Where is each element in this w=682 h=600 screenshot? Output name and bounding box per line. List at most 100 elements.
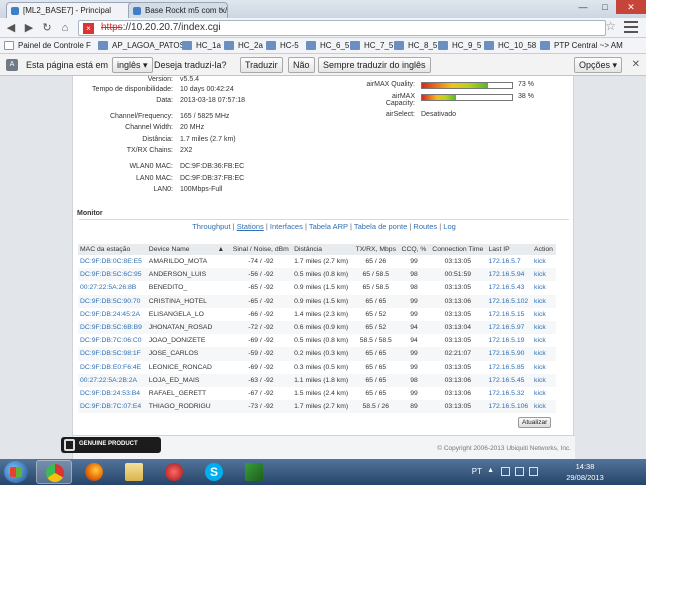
col-mac[interactable]: MAC da estação bbox=[78, 244, 147, 255]
network-tool-taskbar-button[interactable] bbox=[236, 460, 272, 484]
tab-principal[interactable]: [ML2_BASE7] - Principal × bbox=[6, 2, 138, 18]
minimize-button[interactable]: — bbox=[572, 0, 594, 14]
language-indicator[interactable]: PT bbox=[472, 467, 482, 476]
monitor-link-tabela-de-ponte[interactable]: Tabela de ponte bbox=[354, 222, 407, 231]
station-mac[interactable]: DC:9F:DB:E0:F6:4E bbox=[78, 361, 147, 374]
kick-link[interactable]: kick bbox=[532, 268, 556, 282]
station-last-ip[interactable]: 172.16.5.94 bbox=[486, 268, 533, 282]
station-last-ip[interactable]: 172.16.5.85 bbox=[486, 361, 532, 374]
bookmark-item[interactable]: HC_1a bbox=[182, 41, 221, 50]
bookmark-item[interactable]: HC_9_5 bbox=[438, 41, 481, 50]
bookmark-item[interactable]: Painel de Controle F bbox=[4, 41, 91, 50]
station-last-ip[interactable]: 172.16.5.45 bbox=[486, 373, 533, 387]
bookmark-star-icon[interactable]: ☆ bbox=[605, 19, 616, 33]
close-window-button[interactable]: ✕ bbox=[616, 0, 646, 14]
col-ccq[interactable]: CCQ, % bbox=[398, 244, 430, 255]
kick-link[interactable]: kick bbox=[532, 347, 556, 361]
col-device-name[interactable]: Device Name ▲ bbox=[146, 244, 230, 255]
volume-icon[interactable] bbox=[529, 467, 538, 476]
station-mac[interactable]: 00:27:22:5A:2B:2A bbox=[78, 373, 147, 387]
monitor-link-routes[interactable]: Routes bbox=[413, 222, 437, 231]
bookmark-item[interactable]: HC-5 bbox=[266, 41, 299, 50]
station-mac[interactable]: DC:9F:DB:0C:8E:E5 bbox=[78, 255, 147, 268]
col-last-ip[interactable]: Last IP bbox=[486, 244, 533, 255]
bookmark-item[interactable]: AP_LAGOA_PATOS bbox=[98, 41, 185, 50]
bookmark-item[interactable]: HC_2a bbox=[224, 41, 263, 50]
kick-link[interactable]: kick bbox=[532, 361, 556, 374]
kick-link[interactable]: kick bbox=[532, 255, 556, 268]
start-button[interactable] bbox=[4, 461, 28, 483]
menu-icon[interactable] bbox=[624, 21, 638, 33]
clock-date[interactable]: 29/08/2013 bbox=[560, 473, 610, 482]
network-tray-icon[interactable] bbox=[515, 467, 524, 476]
station-mac[interactable]: DC:9F:DB:5C:6C:95 bbox=[78, 268, 147, 282]
col-distance[interactable]: Distância bbox=[292, 244, 353, 255]
kick-link[interactable]: kick bbox=[532, 281, 556, 294]
close-translate-icon[interactable]: ✕ bbox=[632, 59, 640, 70]
kick-link[interactable]: kick bbox=[532, 387, 556, 400]
bookmark-item[interactable]: HC_7_5 bbox=[350, 41, 393, 50]
explorer-taskbar-button[interactable] bbox=[116, 460, 152, 484]
monitor-link-log[interactable]: Log bbox=[443, 222, 456, 231]
winbox-taskbar-button[interactable] bbox=[156, 460, 192, 484]
bookmark-item[interactable]: HC_8_5 bbox=[394, 41, 437, 50]
station-mac[interactable]: DC:9F:DB:5C:6B:B9 bbox=[78, 320, 147, 335]
always-translate-button[interactable]: Sempre traduzir do inglês bbox=[318, 57, 431, 73]
home-icon[interactable]: ⌂ bbox=[58, 21, 72, 35]
back-arrow-icon[interactable]: ◀ bbox=[4, 21, 18, 35]
station-last-ip[interactable]: 172.16.5.32 bbox=[486, 387, 532, 400]
kick-link[interactable]: kick bbox=[532, 400, 556, 414]
reload-icon[interactable]: ↻ bbox=[40, 21, 54, 35]
show-hidden-icons-icon[interactable]: ▲ bbox=[487, 467, 494, 474]
status-key: Data: bbox=[156, 97, 173, 104]
monitor-link-throughput[interactable]: Throughput bbox=[192, 222, 230, 231]
kick-link[interactable]: kick bbox=[532, 373, 556, 387]
col-connection-time[interactable]: Connection Time bbox=[429, 244, 487, 255]
station-mac[interactable]: 00:27:22:5A:26:8B bbox=[78, 281, 147, 294]
table-row: DC:9F:DB:5C:98:1F JOSE_CARLOS -59 / -92 0.2… bbox=[78, 347, 556, 361]
flag-icon[interactable] bbox=[501, 467, 510, 476]
station-mac[interactable]: DC:9F:DB:24:53:B4 bbox=[78, 387, 147, 400]
station-mac[interactable]: DC:9F:DB:7C:06:C0 bbox=[78, 334, 147, 347]
kick-link[interactable]: kick bbox=[532, 308, 556, 321]
copyright: © Copyright 2006-2013 Ubiquiti Networks,… bbox=[437, 445, 571, 452]
station-last-ip[interactable]: 172.16.5.7 bbox=[486, 255, 532, 268]
close-tab-icon[interactable]: × bbox=[218, 5, 223, 14]
station-mac[interactable]: DC:9F:DB:5C:98:1F bbox=[78, 347, 147, 361]
bookmark-item[interactable]: PTP Central ~> AM bbox=[540, 41, 623, 50]
station-last-ip[interactable]: 172.16.5.43 bbox=[486, 281, 532, 294]
maximize-button[interactable]: □ bbox=[594, 0, 616, 14]
clock-time[interactable]: 14:38 bbox=[560, 462, 610, 471]
station-last-ip[interactable]: 172.16.5.97 bbox=[486, 320, 533, 335]
station-last-ip[interactable]: 172.16.5.19 bbox=[486, 334, 532, 347]
station-last-ip[interactable]: 172.16.5.15 bbox=[486, 308, 532, 321]
language-select[interactable]: inglês ▾ bbox=[112, 57, 153, 73]
kick-link[interactable]: kick bbox=[532, 334, 556, 347]
chrome-taskbar-button[interactable] bbox=[36, 460, 72, 484]
monitor-link-tabela-arp[interactable]: Tabela ARP bbox=[309, 222, 348, 231]
station-mac[interactable]: DC:9F:DB:7C:07:E4 bbox=[78, 400, 147, 414]
tab-base-rockt[interactable]: Base Rockt m5 com tx/rx × bbox=[128, 2, 228, 18]
bookmark-item[interactable]: HC_6_5 bbox=[306, 41, 349, 50]
col-txrx[interactable]: TX/RX, Mbps bbox=[352, 244, 399, 255]
forward-arrow-icon[interactable]: ▶ bbox=[22, 21, 36, 35]
station-mac[interactable]: DC:9F:DB:5C:90:70 bbox=[78, 294, 147, 308]
station-last-ip[interactable]: 172.16.5.106 bbox=[486, 400, 533, 414]
monitor-link-stations[interactable]: Stations bbox=[237, 222, 264, 231]
kick-link[interactable]: kick bbox=[532, 294, 556, 308]
bookmark-item[interactable]: HC_10_58 bbox=[484, 41, 536, 50]
station-last-ip[interactable]: 172.16.5.102 bbox=[486, 294, 533, 308]
refresh-button[interactable]: Atualizar bbox=[518, 417, 552, 428]
skype-taskbar-button[interactable]: S bbox=[196, 460, 232, 484]
station-mac[interactable]: DC:9F:DB:24:45:2A bbox=[78, 308, 147, 321]
station-last-ip[interactable]: 172.16.5.90 bbox=[486, 347, 533, 361]
col-signal[interactable]: Sinal / Noise, dBm bbox=[229, 244, 293, 255]
monitor-link-interfaces[interactable]: Interfaces bbox=[270, 222, 303, 231]
options-select[interactable]: Opções ▾ bbox=[574, 57, 623, 73]
translate-button[interactable]: Traduzir bbox=[240, 57, 283, 73]
kick-link[interactable]: kick bbox=[532, 320, 556, 335]
no-button[interactable]: Não bbox=[288, 57, 315, 73]
translate-icon: A bbox=[6, 59, 18, 71]
firefox-taskbar-button[interactable] bbox=[76, 460, 112, 484]
address-bar[interactable]: × https://10.20.20.7/index.cgi bbox=[78, 20, 606, 36]
